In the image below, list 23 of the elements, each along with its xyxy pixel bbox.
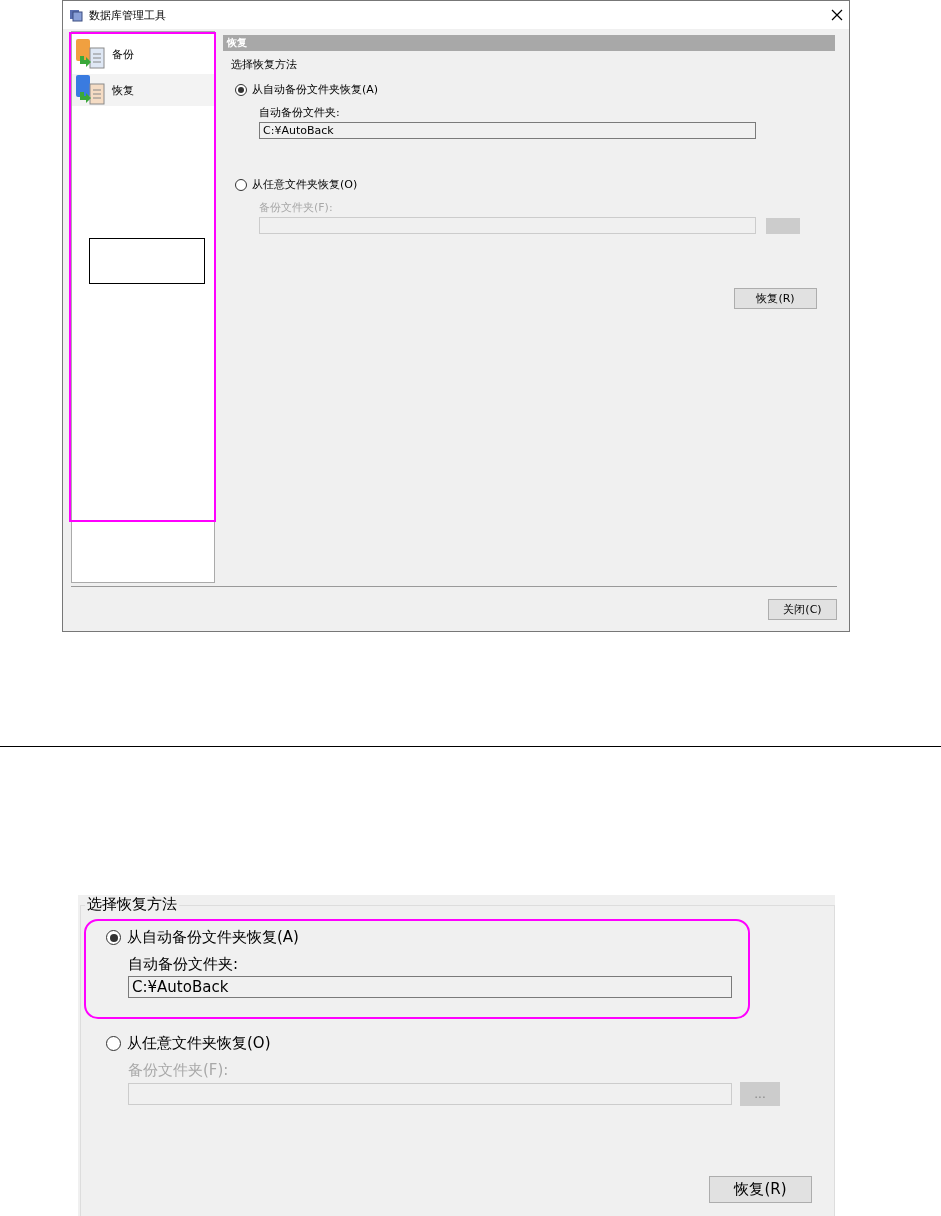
field-label: 自动备份文件夹:	[259, 105, 341, 120]
section-header: 恢复	[223, 35, 835, 51]
restore-button[interactable]: 恢复(R)	[734, 288, 817, 309]
close-button[interactable]: 关闭(C)	[768, 598, 837, 620]
window-title: 数据库管理工具	[89, 7, 167, 23]
backup-icon	[74, 38, 108, 70]
field-label: 自动备份文件夹:	[128, 955, 240, 974]
sidebar-item[interactable]: 备份	[72, 38, 214, 70]
folder-field[interactable]	[128, 1083, 732, 1105]
field-label: 备份文件夹(F):	[128, 1061, 230, 1080]
radio-dot[interactable]	[106, 930, 121, 945]
app-icon	[69, 8, 83, 22]
folder-field[interactable]: C:¥AutoBack	[259, 122, 756, 139]
folder-field[interactable]: C:¥AutoBack	[128, 976, 732, 998]
close-icon[interactable]	[831, 9, 843, 21]
folder-field[interactable]	[259, 217, 756, 234]
sidebar-item[interactable]: 恢复	[72, 74, 214, 106]
group-title: 选择恢复方法	[231, 57, 298, 72]
group-title: 选择恢复方法	[85, 895, 179, 914]
radio-dot[interactable]	[235, 83, 247, 96]
restore-icon	[74, 74, 108, 106]
restore-button[interactable]: 恢复(R)	[709, 1176, 812, 1203]
field-label: 备份文件夹(F):	[259, 200, 334, 215]
